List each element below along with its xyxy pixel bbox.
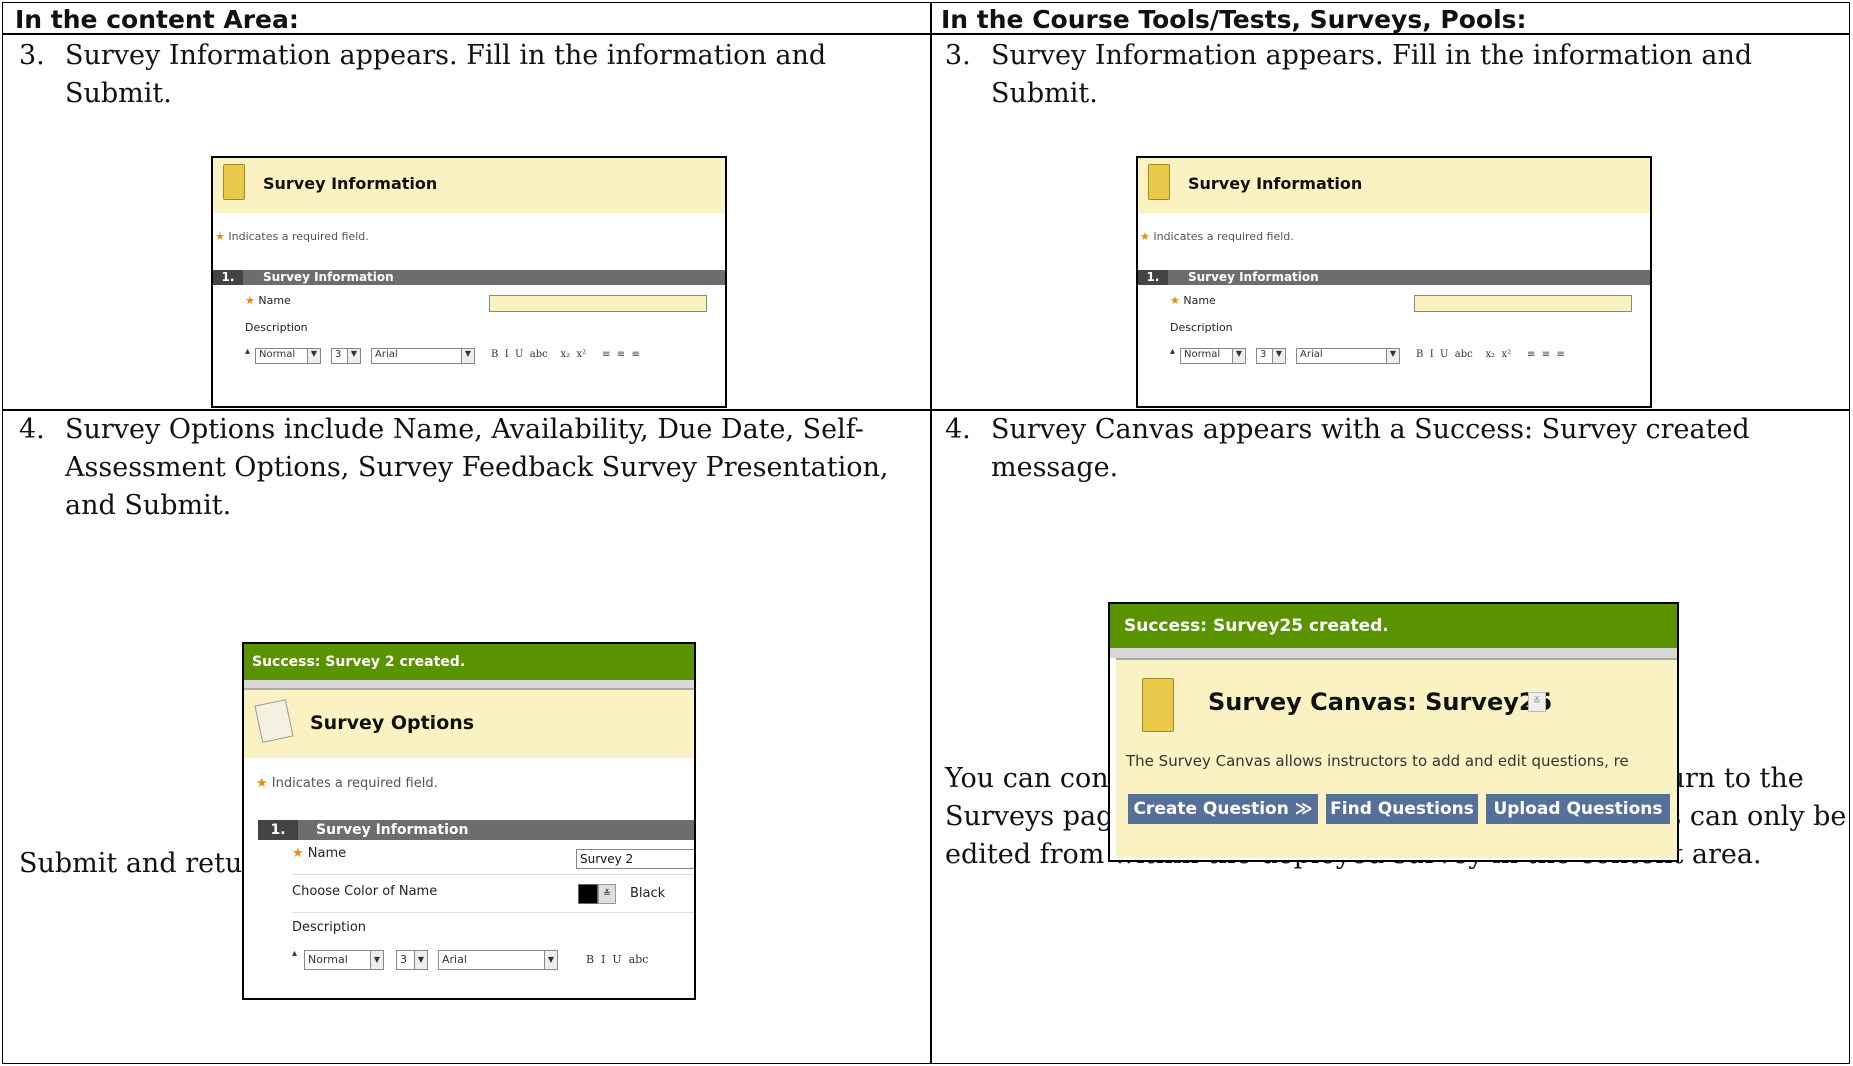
left-column-header: In the content Area:	[15, 5, 299, 34]
dropdown-arrow-icon: ▼	[307, 349, 320, 363]
font-select[interactable]: Arial ▼	[1296, 348, 1400, 364]
right-column-header: In the Course Tools/Tests, Surveys, Pool…	[941, 5, 1527, 34]
screen-title: Survey Information	[1188, 174, 1363, 193]
title-band: Survey Information	[1138, 158, 1650, 213]
format-buttons[interactable]: B I U abc x₂ x² ≡ ≡ ≡	[491, 349, 640, 360]
toolbar-handle-icon: ▴	[292, 948, 298, 959]
survey-book-icon	[1142, 678, 1174, 732]
style-select[interactable]: Normal ▼	[304, 950, 384, 970]
color-value: Black	[630, 886, 666, 901]
dropdown-arrow-icon: ▼	[370, 951, 383, 969]
description-label: Description	[292, 920, 367, 935]
right-step-4: 4. Survey Canvas appears with a Success:…	[945, 411, 1825, 491]
upload-questions-button[interactable]: Upload Questions	[1486, 794, 1670, 824]
step-text: Survey Options include Name, Availabilit…	[65, 414, 864, 445]
name-label: ★ Name	[245, 294, 291, 307]
column-divider	[930, 3, 932, 1063]
step-text: Submit.	[65, 78, 172, 109]
name-label: ★ Name	[1170, 294, 1216, 307]
canvas-description: The Survey Canvas allows instructors to …	[1126, 752, 1629, 770]
step-text: Survey Information appears. Fill in the …	[65, 40, 827, 71]
dropdown-arrow-icon: ▼	[1272, 349, 1285, 363]
font-select[interactable]: Arial ▼	[371, 348, 475, 364]
required-star-icon: ★	[1170, 294, 1180, 307]
name-label: ★ Name	[292, 846, 347, 861]
name-input[interactable]: Survey 2	[576, 849, 694, 869]
title-band: Survey Options	[244, 688, 694, 758]
survey-options-icon	[254, 699, 294, 743]
font-select[interactable]: Arial ▼	[438, 950, 558, 970]
step-text: Assessment Options, Survey Feedback Surv…	[65, 452, 889, 483]
divider	[292, 912, 694, 913]
required-star-icon: ★	[215, 230, 225, 243]
screen-title: Survey Canvas: Survey25	[1208, 688, 1553, 716]
survey-options-screenshot: Success: Survey 2 created. Survey Option…	[242, 642, 696, 1000]
title-band: Survey Canvas: Survey25 ≚ The Survey Can…	[1116, 658, 1677, 858]
style-select[interactable]: Normal ▼	[255, 348, 321, 364]
step-text: message.	[991, 452, 1119, 483]
format-buttons[interactable]: B I U abc	[586, 953, 648, 966]
step-text: and Submit.	[65, 490, 232, 521]
left-step-4: 4. Survey Options include Name, Availabi…	[19, 411, 899, 531]
success-banner: Success: Survey 2 created.	[244, 644, 694, 680]
required-star-icon: ★	[1140, 230, 1150, 243]
required-note: ★ Indicates a required field.	[256, 776, 438, 791]
dropdown-arrow-icon: ▼	[461, 349, 474, 363]
survey-canvas-screenshot: Success: Survey25 created. Survey Canvas…	[1108, 602, 1679, 862]
name-input[interactable]	[1414, 295, 1632, 312]
survey-book-icon	[1148, 164, 1170, 200]
toolbar-handle-icon: ▴	[245, 346, 251, 357]
name-input[interactable]	[489, 295, 707, 312]
survey-book-icon	[223, 164, 245, 200]
color-label: Choose Color of Name	[292, 884, 438, 899]
section-header: 1. Survey Information	[213, 270, 725, 285]
find-questions-button[interactable]: Find Questions	[1326, 794, 1478, 824]
required-star-icon: ★	[245, 294, 255, 307]
title-band: Survey Information	[213, 158, 725, 213]
dropdown-arrow-icon: ▼	[347, 349, 360, 363]
required-note: ★ Indicates a required field.	[1140, 230, 1294, 243]
description-label: Description	[1170, 321, 1233, 334]
dropdown-arrow-icon: ▼	[544, 951, 557, 969]
style-select[interactable]: Normal ▼	[1180, 348, 1246, 364]
chevron-down-icon[interactable]: ≚	[598, 884, 616, 904]
size-select[interactable]: 3 ▼	[396, 950, 428, 970]
toolbar-handle-icon: ▴	[1170, 346, 1176, 357]
dropdown-arrow-icon: ▼	[1232, 349, 1245, 363]
create-question-button[interactable]: Create Question ≫	[1128, 794, 1318, 824]
screen-title: Survey Information	[263, 174, 438, 193]
banner-shadow	[1110, 648, 1677, 658]
description-label: Description	[245, 321, 308, 334]
size-select[interactable]: 3 ▼	[331, 348, 361, 364]
required-star-icon: ★	[256, 776, 268, 791]
section-header: 1. Survey Information	[1138, 270, 1650, 285]
success-banner: Success: Survey25 created.	[1110, 604, 1677, 648]
required-note: ★ Indicates a required field.	[215, 230, 369, 243]
screen-title: Survey Options	[310, 712, 475, 734]
divider	[292, 874, 694, 875]
chevron-down-icon[interactable]: ≚	[1528, 692, 1546, 712]
dropdown-arrow-icon: ▼	[414, 951, 427, 969]
required-star-icon: ★	[292, 846, 304, 861]
step-text: Survey Canvas appears with a Success: Su…	[991, 414, 1750, 445]
format-buttons[interactable]: B I U abc x₂ x² ≡ ≡ ≡	[1416, 349, 1565, 360]
survey-information-screenshot: Survey Information ★ Indicates a require…	[211, 156, 727, 408]
banner-shadow	[244, 680, 694, 688]
size-select[interactable]: 3 ▼	[1256, 348, 1286, 364]
step-text: Submit.	[991, 78, 1098, 109]
color-swatch[interactable]	[578, 884, 598, 904]
section-header: 1. Survey Information	[258, 820, 694, 840]
survey-information-screenshot: Survey Information ★ Indicates a require…	[1136, 156, 1652, 408]
step-text: Survey Information appears. Fill in the …	[991, 40, 1753, 71]
dropdown-arrow-icon: ▼	[1386, 349, 1399, 363]
